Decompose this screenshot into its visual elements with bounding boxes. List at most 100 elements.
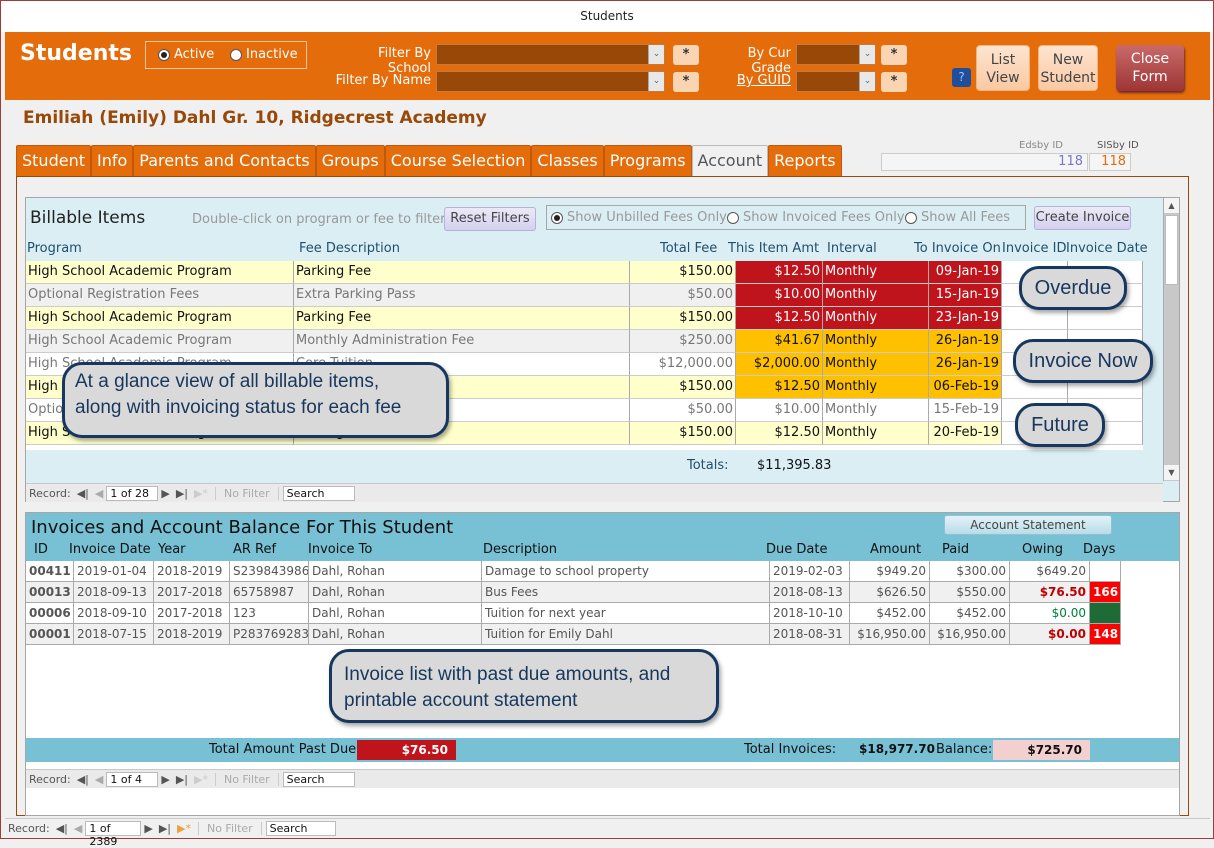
radio-invoiced[interactable]: Show Invoiced Fees Only [727, 210, 905, 225]
billable-cell-program[interactable]: High School Academic Program [26, 307, 294, 330]
prev-record-icon[interactable]: ◀ [95, 773, 103, 786]
billable-cell-interval[interactable]: Monthly [823, 307, 929, 330]
account-statement-button[interactable]: Account Statement [944, 515, 1112, 535]
chevron-down-icon[interactable]: ⌄ [648, 72, 664, 91]
billable-cell-total[interactable]: $150.00 [630, 422, 736, 445]
invoice-cell-paid[interactable]: $550.00 [930, 582, 1010, 603]
first-record-icon[interactable]: ◀| [77, 487, 89, 500]
invoice-cell-year[interactable]: 2017-2018 [154, 582, 230, 603]
billable-cell-date[interactable]: 26-Jan-19 [929, 330, 1002, 353]
invoice-cell-ar[interactable]: 123 [230, 603, 309, 624]
billable-cell-interval[interactable]: Monthly [823, 376, 929, 399]
billable-cell-total[interactable]: $12,000.00 [630, 353, 736, 376]
last-record-icon[interactable]: ▶| [159, 822, 171, 835]
first-record-icon[interactable]: ◀| [56, 822, 68, 835]
scroll-up-icon[interactable]: ▲ [1164, 198, 1179, 213]
invoice-cell-due[interactable]: 2018-08-31 [770, 624, 850, 645]
billable-cell-amt[interactable]: $12.50 [736, 307, 823, 330]
invoice-cell-to[interactable]: Dahl, Rohan [309, 603, 482, 624]
invoice-cell-due[interactable]: 2018-08-13 [770, 582, 850, 603]
billable-row[interactable]: High School Academic ProgramParking Fee$… [26, 261, 1143, 284]
billable-cell-total[interactable]: $50.00 [630, 399, 736, 422]
invoice-cell-paid[interactable]: $300.00 [930, 561, 1010, 582]
filter-school-combo[interactable]: ⌄ [436, 44, 665, 65]
clear-guid-button[interactable]: * [881, 72, 907, 92]
tab-account[interactable]: Account [691, 145, 769, 177]
billable-cell-interval[interactable]: Monthly [823, 284, 929, 307]
billable-cell-amt[interactable]: $2,000.00 [736, 353, 823, 376]
chevron-down-icon[interactable]: ⌄ [648, 45, 664, 64]
billable-cell-total[interactable]: $250.00 [630, 330, 736, 353]
new-student-button[interactable]: New Student [1038, 45, 1098, 91]
reset-filters-button[interactable]: Reset Filters [444, 207, 536, 231]
record-position[interactable]: 1 of 4 [106, 771, 159, 787]
invoice-cell-owing[interactable]: $0.00 [1010, 624, 1090, 645]
billable-cell-date[interactable]: 15-Jan-19 [929, 284, 1002, 307]
edsby-id-field[interactable]: 118 [881, 153, 1088, 171]
new-record-icon[interactable]: ▶* [177, 822, 191, 835]
no-filter-button[interactable]: No Filter [197, 821, 262, 835]
col-invoice-date[interactable]: Invoice Date [1066, 241, 1148, 256]
billable-cell-amt[interactable]: $12.50 [736, 422, 823, 445]
tab-groups[interactable]: Groups [315, 145, 385, 177]
inv-col-paid[interactable]: Paid [942, 542, 969, 557]
chevron-down-icon[interactable]: ⌄ [859, 45, 875, 64]
inv-col-id[interactable]: ID [34, 542, 48, 557]
invoice-row[interactable]: 00411 2019-01-04 2018-2019 S239843986 Dahl, … [26, 561, 1179, 582]
billable-cell-fee[interactable]: Monthly Administration Fee [294, 330, 630, 353]
invoice-cell-date[interactable]: 2018-09-13 [74, 582, 154, 603]
search-input[interactable]: Search [282, 485, 355, 501]
billable-row[interactable]: High School Academic ProgramParking Fee$… [26, 307, 1143, 330]
invoice-cell-days[interactable]: 148 [1090, 624, 1121, 645]
tab-programs[interactable]: Programs [603, 145, 692, 177]
radio-inactive[interactable]: Inactive [230, 47, 298, 62]
invoice-cell-amount[interactable]: $16,950.00 [850, 624, 930, 645]
invoice-cell-desc[interactable]: Bus Fees [482, 582, 770, 603]
invoice-cell-desc[interactable]: Damage to school property [482, 561, 770, 582]
invoice-row[interactable]: 00006 2018-09-10 2017-2018 123 Dahl, Rohan Tu… [26, 603, 1179, 624]
invoice-cell-to[interactable]: Dahl, Rohan [309, 582, 482, 603]
close-form-button[interactable]: Close Form [1116, 45, 1184, 91]
next-record-icon[interactable]: ▶ [161, 487, 169, 500]
col-invoice-id[interactable]: Invoice ID [1002, 241, 1066, 256]
billable-cell-amt[interactable]: $10.00 [736, 399, 823, 422]
clear-name-button[interactable]: * [673, 72, 699, 92]
inv-col-ar-ref[interactable]: AR Ref [233, 542, 276, 557]
invoice-cell-date[interactable]: 2018-09-10 [74, 603, 154, 624]
billable-cell-date[interactable]: 23-Jan-19 [929, 307, 1002, 330]
invoice-cell-id[interactable]: 00411 [26, 561, 74, 582]
new-record-icon[interactable]: ▶* [194, 773, 208, 786]
invoice-cell-desc[interactable]: Tuition for next year [482, 603, 770, 624]
invoice-cell-id[interactable]: 00013 [26, 582, 74, 603]
tab-classes[interactable]: Classes [531, 145, 604, 177]
radio-active[interactable]: Active [158, 47, 214, 62]
billable-cell-invoice-date[interactable] [1068, 307, 1143, 330]
clear-school-button[interactable]: * [673, 45, 699, 65]
billable-cell-program[interactable]: High School Academic Program [26, 330, 294, 353]
last-record-icon[interactable]: ▶| [176, 773, 188, 786]
billable-cell-interval[interactable]: Monthly [823, 353, 929, 376]
invoice-cell-date[interactable]: 2018-07-15 [74, 624, 154, 645]
billable-cell-interval[interactable]: Monthly [823, 422, 929, 445]
billable-cell-total[interactable]: $150.00 [630, 307, 736, 330]
invoice-cell-paid[interactable]: $16,950.00 [930, 624, 1010, 645]
billable-cell-program[interactable]: Optional Registration Fees [26, 284, 294, 307]
list-view-button[interactable]: List View [976, 45, 1030, 91]
invoice-cell-ar[interactable]: S239843986 [230, 561, 309, 582]
first-record-icon[interactable]: ◀| [77, 773, 89, 786]
billable-cell-interval[interactable]: Monthly [823, 330, 929, 353]
invoice-cell-days[interactable]: 166 [1090, 582, 1121, 603]
record-position[interactable]: 1 of 28 [106, 485, 159, 501]
billable-row[interactable]: Optional Registration FeesExtra Parking … [26, 284, 1143, 307]
filter-guid-combo[interactable]: ⌄ [796, 71, 876, 92]
invoice-row[interactable]: 00001 2018-07-15 2018-2019 P2837692837 Dahl,… [26, 624, 1179, 645]
col-item-amt[interactable]: This Item Amt [728, 241, 819, 256]
invoice-cell-due[interactable]: 2019-02-03 [770, 561, 850, 582]
filter-name-combo[interactable]: ⌄ [436, 71, 665, 92]
clear-grade-button[interactable]: * [881, 45, 907, 65]
invoice-cell-date[interactable]: 2019-01-04 [74, 561, 154, 582]
tab-course-selection[interactable]: Course Selection [384, 145, 532, 177]
chevron-down-icon[interactable]: ⌄ [859, 72, 875, 91]
billable-cell-fee[interactable]: Parking Fee [294, 261, 630, 284]
invoice-cell-id[interactable]: 00006 [26, 603, 74, 624]
